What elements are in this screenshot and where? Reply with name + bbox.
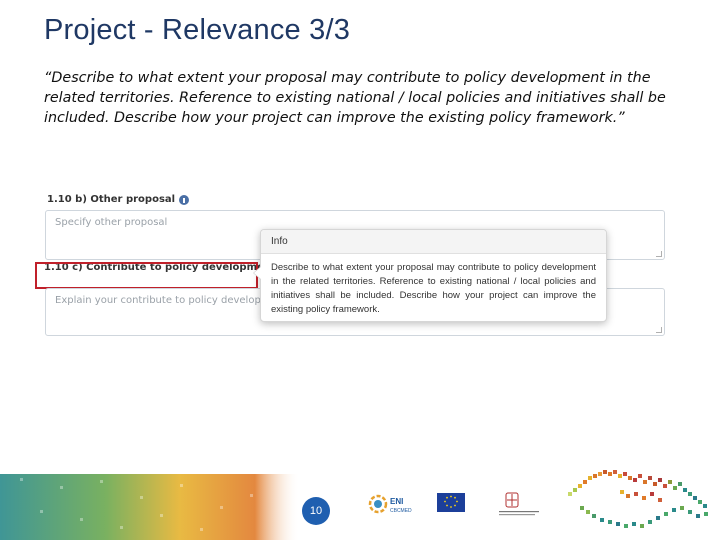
resize-handle-icon[interactable]	[656, 251, 662, 257]
label-highlight-box	[35, 262, 258, 289]
info-icon[interactable]	[179, 194, 190, 205]
slide-quote: “Describe to what extent your proposal m…	[44, 70, 666, 126]
tooltip-body: Describe to what extent your proposal ma…	[271, 262, 596, 315]
page-number-badge: 10	[302, 497, 330, 525]
svg-text:ENI: ENI	[390, 497, 403, 506]
footer-mosaic-decoration	[0, 466, 300, 540]
info-tooltip: Info Describe to what extent your propos…	[253, 229, 607, 322]
field-b-label: 1.10 b) Other proposal	[47, 194, 190, 205]
tooltip-title: Info	[261, 230, 606, 254]
policy-contribution-placeholder: Explain your contribute to policy develo…	[55, 295, 277, 306]
tooltip-arrow	[253, 266, 261, 280]
other-proposal-placeholder: Specify other proposal	[55, 217, 168, 228]
field-b-label-text: 1.10 b) Other proposal	[47, 194, 176, 205]
sardegna-logo	[497, 492, 542, 520]
slide-title: Project - Relevance 3/3	[44, 14, 351, 46]
mediterranean-map-graphic	[560, 462, 720, 538]
resize-handle-icon[interactable]	[656, 327, 662, 333]
eu-flag-logo	[436, 492, 466, 520]
eni-cbcmed-logo: ENI CBCMED	[368, 492, 428, 520]
svg-text:CBCMED: CBCMED	[390, 508, 412, 514]
